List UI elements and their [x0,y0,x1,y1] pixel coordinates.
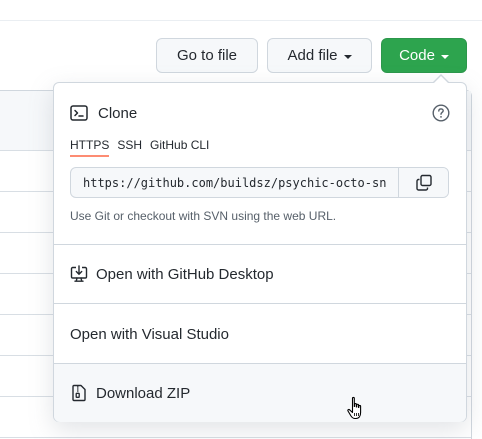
clone-header: Clone [70,103,137,123]
download-zip[interactable]: Download ZIP [54,364,466,422]
page-divider [0,20,482,21]
tab-ssh[interactable]: SSH [117,138,142,157]
question-icon[interactable] [432,104,450,122]
code-dropdown-panel: Clone HTTPS SSH GitHub CLI https://githu… [53,74,467,422]
clone-url-box [70,167,449,198]
add-file-label: Add file [287,47,338,64]
clone-hint: Use Git or checkout with SVN using the w… [70,209,337,223]
code-label: Code [399,47,435,64]
file-zip-icon [72,384,86,402]
desktop-download-icon [70,265,88,282]
tab-github-cli[interactable]: GitHub CLI [150,138,209,157]
go-to-file-button[interactable]: Go to file [156,38,258,73]
copy-icon [415,174,432,191]
open-with-github-desktop[interactable]: Open with GitHub Desktop [54,245,466,303]
code-button[interactable]: Code [381,38,467,73]
clone-url-input[interactable] [71,168,398,197]
clone-tabs: HTTPS SSH GitHub CLI [70,138,209,157]
open-vs-label: Open with Visual Studio [70,325,229,343]
tab-https[interactable]: HTTPS [70,138,110,157]
terminal-icon [70,105,88,121]
clone-section: Clone HTTPS SSH GitHub CLI https://githu… [54,83,466,244]
menu-divider [54,303,466,304]
caret-down-icon [343,54,352,59]
add-file-button[interactable]: Add file [267,38,372,73]
clone-title: Clone [98,104,138,122]
caret-down-icon [440,54,449,59]
copy-button[interactable] [398,168,448,197]
download-zip-label: Download ZIP [96,384,191,402]
repo-page: Go to file Add file Code Clone HTTPS SSH… [0,0,482,439]
go-to-file-label: Go to file [176,47,238,64]
open-with-visual-studio[interactable]: Open with Visual Studio [54,305,466,363]
open-desktop-label: Open with GitHub Desktop [96,265,274,283]
